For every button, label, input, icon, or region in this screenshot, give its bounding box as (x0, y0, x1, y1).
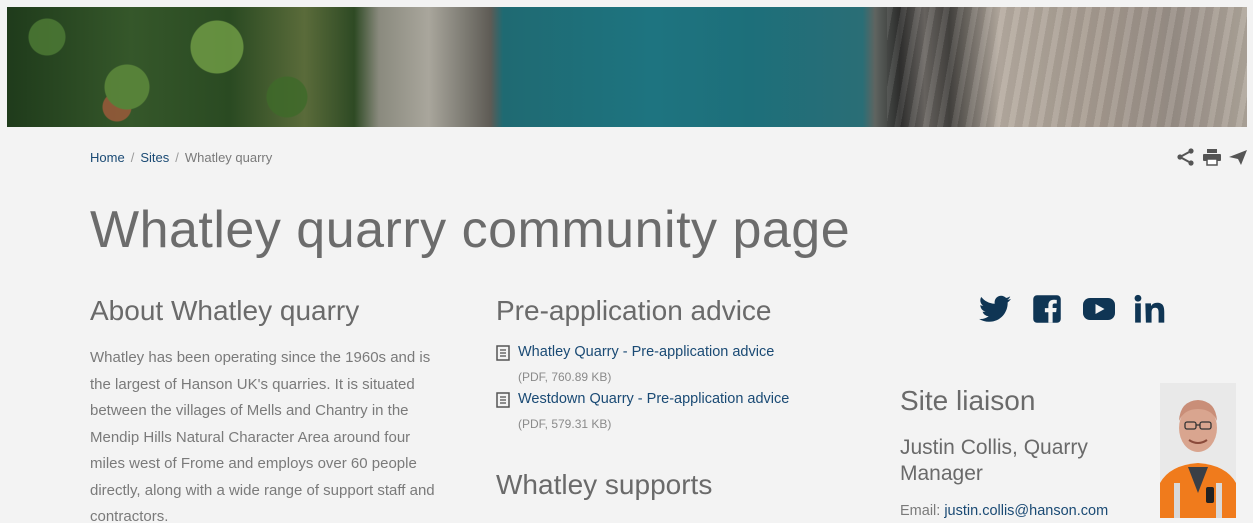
social-links (978, 293, 1168, 325)
breadcrumb-current: Whatley quarry (184, 150, 273, 165)
page-tools (1176, 148, 1248, 166)
pre-application-section: Pre-application advice Whatley Quarry - … (496, 295, 856, 517)
about-section: About Whatley quarry Whatley has been op… (90, 295, 435, 523)
pre-application-heading: Pre-application advice (496, 295, 772, 326)
document-meta: (PDF, 760.89 KB) (518, 370, 612, 384)
print-icon[interactable] (1202, 148, 1222, 166)
hero-quarry-face (887, 7, 1247, 127)
breadcrumb-separator: / (130, 150, 135, 165)
liaison-name: Justin Collis, Quarry Manager (900, 436, 1088, 485)
twitter-icon[interactable] (978, 293, 1012, 325)
document-meta: (PDF, 579.31 KB) (518, 417, 612, 431)
email-link[interactable]: justin.collis@hanson.com (944, 503, 1108, 519)
email-label: Email: (900, 503, 945, 519)
share-icon[interactable] (1176, 148, 1196, 166)
facebook-icon[interactable] (1030, 293, 1064, 325)
document-link[interactable]: Westdown Quarry - Pre-application advice (518, 390, 789, 408)
document-icon (496, 345, 510, 361)
site-liaison-section: Site liaison Justin Collis, Quarry Manag… (900, 385, 1150, 519)
about-body: Whatley has been operating since the 196… (90, 349, 435, 523)
breadcrumb-home-link[interactable]: Home (90, 150, 125, 165)
document-item: Whatley Quarry - Pre-application advice … (496, 343, 856, 384)
send-icon[interactable] (1228, 148, 1248, 166)
site-liaison-heading: Site liaison (900, 385, 1036, 416)
hero-banner-image (7, 7, 1247, 127)
document-item: Westdown Quarry - Pre-application advice… (496, 390, 856, 431)
document-icon (496, 392, 510, 408)
liaison-photo (1160, 383, 1236, 518)
breadcrumb-sites-link[interactable]: Sites (140, 150, 169, 165)
liaison-email: Email: justin.collis@hanson.com (900, 503, 1150, 519)
page-title: Whatley quarry community page (90, 201, 851, 259)
breadcrumb-separator: / (175, 150, 179, 165)
hero-woodland (7, 7, 367, 127)
document-link[interactable]: Whatley Quarry - Pre-application advice (518, 343, 774, 361)
about-heading: About Whatley quarry (90, 295, 360, 326)
whatley-supports-heading: Whatley supports (496, 469, 713, 500)
linkedin-icon[interactable] (1134, 293, 1168, 325)
breadcrumb: Home / Sites / Whatley quarry (90, 150, 272, 165)
youtube-icon[interactable] (1082, 293, 1116, 325)
